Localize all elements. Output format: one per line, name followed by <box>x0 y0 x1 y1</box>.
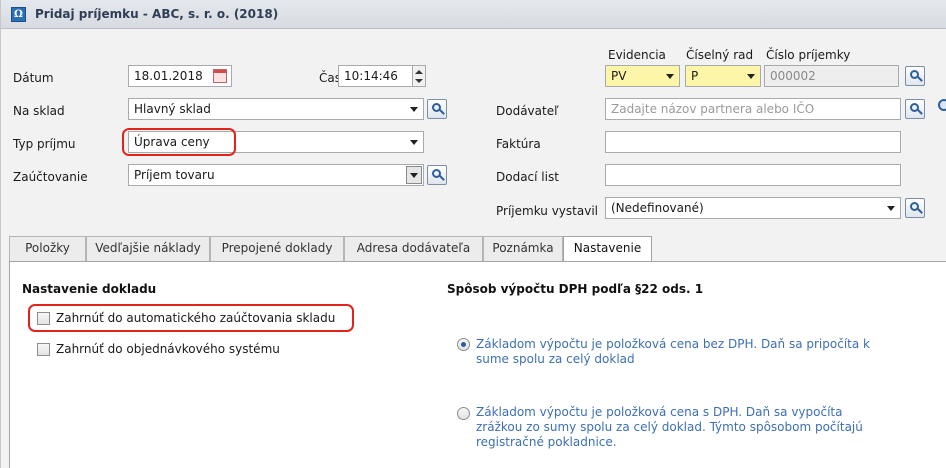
nastavenie-dokladu-title: Nastavenie dokladu <box>22 282 157 296</box>
title-bar: Ω Pridaj príjemku - ABC, s. r. o. (2018) <box>1 0 946 29</box>
datum-label: Dátum <box>13 71 54 85</box>
cislo-prijemky-search-button[interactable] <box>905 66 925 86</box>
dodavatel-label: Dodávateľ <box>496 104 559 118</box>
zauctovanie-label: Zaúčtovanie <box>13 170 88 184</box>
objednavkovy-system-checkbox[interactable] <box>37 343 50 356</box>
zauctovanie-value: Príjem tovaru <box>134 168 215 182</box>
dodavatel-search-button[interactable] <box>905 99 925 119</box>
evidencia-label: Evidencia <box>608 48 666 62</box>
settings-panel: Nastavenie dokladu Zahrnúť do automatick… <box>9 261 946 468</box>
chevron-down-icon <box>410 140 418 145</box>
calendar-icon[interactable] <box>213 69 227 83</box>
dph-option-2-line-3: registračné pokladnice. <box>476 435 617 449</box>
highlight-ring <box>28 304 354 332</box>
dph-option-bez-dph-radio[interactable] <box>457 338 470 351</box>
objednavkovy-system-label[interactable]: Zahrnúť do objednávkového systému <box>56 342 280 356</box>
dph-option-s-dph-label[interactable]: Základom výpočtu je položková cena s DPH… <box>476 405 863 450</box>
faktura-label: Faktúra <box>496 137 541 151</box>
dialog-window: Ω Pridaj príjemku - ABC, s. r. o. (2018)… <box>0 0 946 468</box>
search-icon-handle <box>439 109 445 115</box>
cas-value: 10:14:46 <box>344 69 398 83</box>
vystavil-value: (Nedefinované) <box>611 201 704 215</box>
na-sklad-select[interactable]: Hlavný sklad <box>128 98 424 120</box>
tab-vedlajsie-naklady[interactable]: Vedľajšie náklady <box>86 236 210 261</box>
window-title: Pridaj príjemku - ABC, s. r. o. (2018) <box>35 7 279 21</box>
cas-field[interactable]: 10:14:46 <box>338 65 413 87</box>
chevron-down-icon <box>666 74 674 79</box>
dodavatel-placeholder: Zadajte názov partnera alebo IČO <box>611 102 815 116</box>
dph-section-title: Spôsob výpočtu DPH podľa §22 ods. 1 <box>447 282 704 296</box>
app-icon: Ω <box>11 7 26 22</box>
search-icon-handle <box>439 175 445 181</box>
dodaci-list-label: Dodací list <box>496 170 559 184</box>
chevron-down-icon <box>747 74 755 79</box>
tab-adresa-dodavatela[interactable]: Adresa dodávateľa <box>344 236 483 261</box>
spin-up-icon[interactable] <box>415 70 423 74</box>
chevron-down-icon[interactable] <box>406 166 422 184</box>
datum-field[interactable]: 18.01.2018 <box>128 65 232 87</box>
info-icon[interactable] <box>938 99 946 111</box>
dodavatel-input[interactable]: Zadajte názov partnera alebo IČO <box>605 98 901 120</box>
cislo-prijemky-field: 000002 <box>764 65 899 87</box>
chevron-down-icon <box>410 107 418 112</box>
search-icon-handle <box>917 208 923 214</box>
dph-option-2-line-1: Základom výpočtu je položková cena s DPH… <box>476 405 843 419</box>
dodaci-list-input[interactable] <box>605 164 901 186</box>
vystavil-search-button[interactable] <box>905 198 925 218</box>
dph-option-1-line-2: sume spolu za celý doklad <box>476 352 635 366</box>
tab-nastavenie[interactable]: Nastavenie <box>563 236 652 262</box>
chevron-down-icon <box>887 206 895 211</box>
tab-poznamka[interactable]: Poznámka <box>483 236 563 261</box>
search-icon-handle <box>917 76 923 82</box>
tab-polozky[interactable]: Položky <box>9 236 86 261</box>
ciselny-rad-label: Číselný rad <box>686 48 754 62</box>
search-icon-handle <box>917 109 923 115</box>
highlight-ring <box>122 128 236 156</box>
dph-option-1-line-1: Základom výpočtu je položková cena bez D… <box>476 337 870 351</box>
evidencia-select[interactable]: PV <box>605 65 680 87</box>
spin-down-icon[interactable] <box>415 79 423 83</box>
ciselny-rad-select[interactable]: P <box>685 65 761 87</box>
na-sklad-label: Na sklad <box>13 104 65 118</box>
time-spinner[interactable] <box>412 65 426 87</box>
zauctovanie-select[interactable]: Príjem tovaru <box>128 164 424 186</box>
evidencia-value: PV <box>611 69 627 83</box>
cislo-prijemky-value: 000002 <box>770 69 816 83</box>
vystavil-label: Príjemku vystavil <box>496 204 598 218</box>
cislo-prijemky-label: Číslo príjemky <box>766 48 851 62</box>
typ-prijmu-label: Typ príjmu <box>13 137 76 151</box>
na-sklad-value: Hlavný sklad <box>134 102 211 116</box>
datum-value: 18.01.2018 <box>134 69 203 83</box>
ciselny-rad-value: P <box>691 69 699 83</box>
dph-option-bez-dph-label[interactable]: Základom výpočtu je položková cena bez D… <box>476 337 870 367</box>
vystavil-select[interactable]: (Nedefinované) <box>605 197 901 219</box>
tab-prepojene-doklady[interactable]: Prepojené doklady <box>210 236 344 261</box>
zauctovanie-search-button[interactable] <box>427 165 447 185</box>
dph-option-s-dph-radio[interactable] <box>457 407 470 420</box>
na-sklad-search-button[interactable] <box>427 99 447 119</box>
dph-option-2-line-2: zrážkou zo sumy spolu za celý doklad. Tý… <box>476 420 863 434</box>
faktura-input[interactable] <box>605 131 901 153</box>
